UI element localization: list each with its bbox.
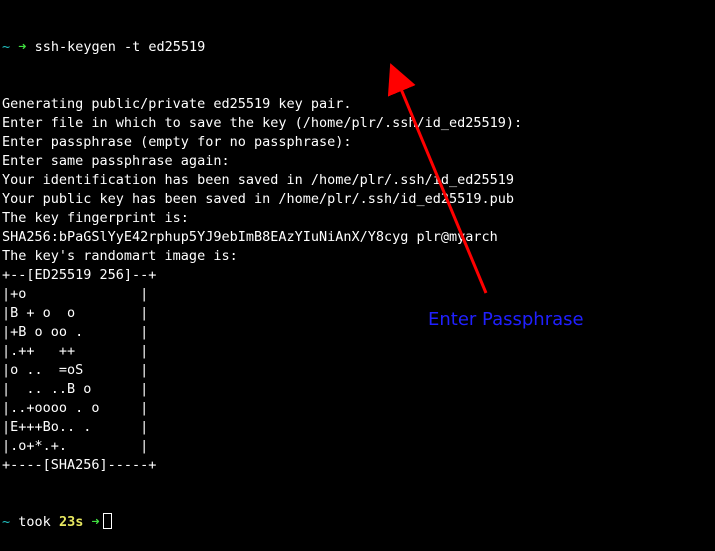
annotation-label: Enter Passphrase: [428, 309, 584, 330]
output-line: The key fingerprint is:: [2, 210, 189, 226]
output-line: |.o+*.+. |: [2, 438, 149, 454]
prompt-arrow-icon: ➜: [18, 39, 27, 55]
final-prompt-took: took: [18, 514, 51, 530]
output-line: |+o |: [2, 286, 149, 302]
terminal-output: Generating public/private ed25519 key pa…: [2, 95, 715, 475]
output-line: SHA256:bPaGSlYyE42rphup5YJ9ebImB8EAzYIuN…: [2, 229, 498, 245]
output-line: Enter file in which to save the key (/ho…: [2, 115, 523, 131]
command-text: ssh-keygen -t ed25519: [34, 39, 206, 55]
output-line: |.++ ++ |: [2, 343, 149, 359]
cursor-block[interactable]: [102, 513, 112, 529]
output-line: Enter same passphrase again:: [2, 153, 230, 169]
final-prompt-line[interactable]: ~ took 23s ➜: [2, 513, 715, 532]
output-line: Your public key has been saved in /home/…: [2, 191, 515, 207]
output-line: |..+oooo . o |: [2, 400, 149, 416]
output-line: Your identification has been saved in /h…: [2, 172, 515, 188]
command-line: ~ ➜ ssh-keygen -t ed25519: [2, 38, 715, 57]
output-line: |B + o o |: [2, 305, 149, 321]
prompt-tilde: ~: [2, 39, 11, 55]
output-line: | .. ..B o |: [2, 381, 149, 397]
output-line: The key's randomart image is:: [2, 248, 238, 264]
terminal-window[interactable]: ~ ➜ ssh-keygen -t ed25519 Generating pub…: [2, 0, 715, 530]
final-prompt-tilde: ~: [2, 514, 11, 530]
output-line: |o .. =oS |: [2, 362, 149, 378]
final-prompt-duration: 23s: [58, 514, 84, 530]
output-line: +----[SHA256]-----+: [2, 457, 157, 473]
output-line: |+B o oo . |: [2, 324, 149, 340]
output-line: Generating public/private ed25519 key pa…: [2, 96, 352, 112]
output-line: Enter passphrase (empty for no passphras…: [2, 134, 352, 150]
final-prompt-arrow-icon: ➜: [91, 514, 100, 530]
output-line: +--[ED25519 256]--+: [2, 267, 157, 283]
output-line: |E+++Bo.. . |: [2, 419, 149, 435]
